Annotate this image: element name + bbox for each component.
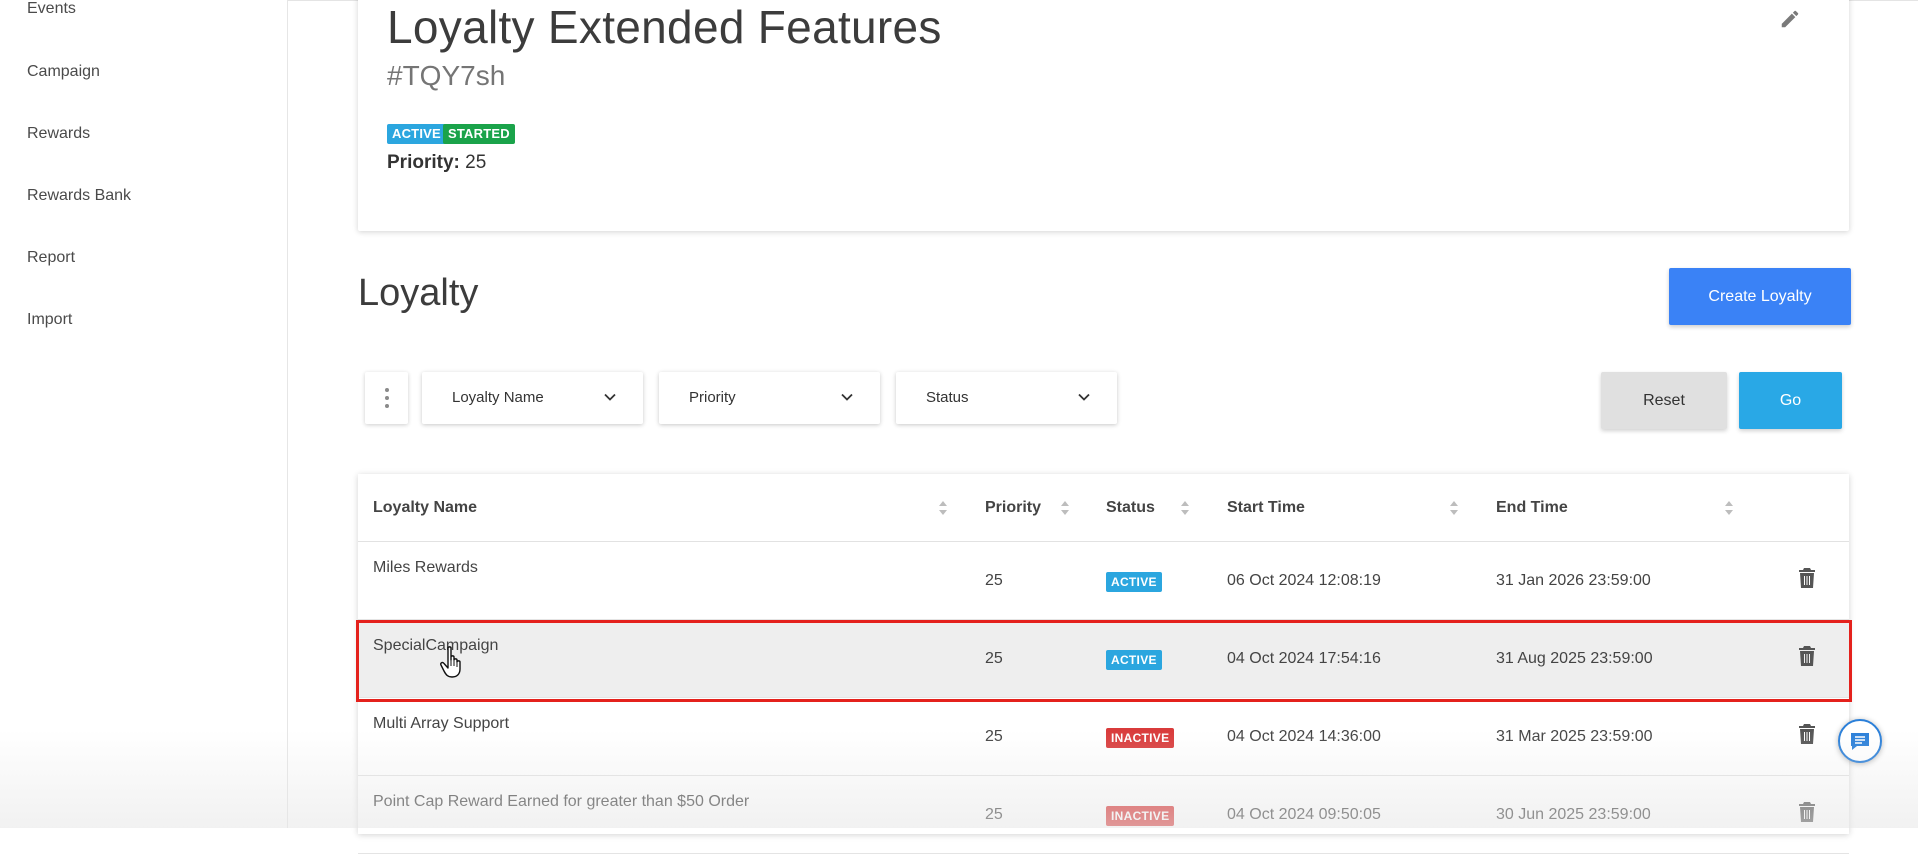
loyalty-detail-card: Loyalty Extended Features #TQY7sh ACTIVE… [358, 0, 1849, 231]
chat-button[interactable] [1838, 719, 1882, 763]
priority-filter[interactable]: Priority [659, 372, 880, 424]
loyalty-name-cell[interactable]: Multi Array Support [373, 715, 509, 733]
sidebar-item-report[interactable]: Report [27, 249, 75, 267]
trash-icon[interactable] [1798, 802, 1816, 822]
sort-icon[interactable] [1724, 500, 1734, 516]
priority-label: Priority: [387, 152, 460, 173]
loyalty-name-filter[interactable]: Loyalty Name [422, 372, 643, 424]
sort-icon[interactable] [1449, 500, 1459, 516]
status-badge: ACTIVE [1106, 650, 1162, 670]
start-time-cell: 06 Oct 2024 12:08:19 [1227, 572, 1381, 589]
start-time-cell: 04 Oct 2024 17:54:16 [1227, 650, 1381, 667]
more-options-button[interactable] [365, 372, 408, 424]
sidebar-item-events[interactable]: Events [27, 0, 76, 18]
start-time-cell: 04 Oct 2024 14:36:00 [1227, 728, 1381, 745]
go-button[interactable]: Go [1739, 372, 1842, 429]
sidebar-item-import[interactable]: Import [27, 311, 72, 329]
trash-icon[interactable] [1798, 568, 1816, 588]
end-time-cell: 30 Jun 2025 23:59:00 [1496, 806, 1651, 823]
priority-cell: 25 [985, 806, 1003, 823]
table-row[interactable]: Point Cap Reward Earned for greater than… [358, 776, 1849, 854]
reset-button[interactable]: Reset [1601, 372, 1727, 429]
sort-icon[interactable] [1180, 500, 1190, 516]
column-header-end-time[interactable]: End Time [1496, 499, 1568, 517]
priority-cell: 25 [985, 572, 1003, 589]
start-time-cell: 04 Oct 2024 09:50:05 [1227, 806, 1381, 823]
priority-cell: 25 [985, 728, 1003, 745]
section-title: Loyalty [358, 272, 479, 314]
status-badge: INACTIVE [1106, 806, 1175, 826]
sort-icon[interactable] [938, 500, 948, 516]
status-badge-active: ACTIVE [387, 124, 446, 144]
status-filter[interactable]: Status [896, 372, 1117, 424]
column-header-start-time[interactable]: Start Time [1227, 499, 1305, 517]
priority-filter-label: Priority [689, 389, 736, 406]
table-row[interactable]: Miles Rewards 25 ACTIVE 06 Oct 2024 12:0… [358, 542, 1849, 620]
create-loyalty-button[interactable]: Create Loyalty [1669, 268, 1851, 325]
chat-icon [1851, 733, 1869, 750]
main-content: Loyalty Extended Features #TQY7sh ACTIVE… [289, 0, 1918, 854]
sidebar-item-rewards[interactable]: Rewards [27, 125, 90, 143]
column-header-priority[interactable]: Priority [985, 499, 1041, 517]
status-badge: ACTIVE [1106, 572, 1162, 592]
trash-icon[interactable] [1798, 646, 1816, 666]
loyalty-name-cell[interactable]: Point Cap Reward Earned for greater than… [373, 793, 749, 811]
status-badge-started: STARTED [443, 124, 515, 144]
vertical-dots-icon [384, 388, 389, 408]
chevron-down-icon [1078, 393, 1090, 401]
end-time-cell: 31 Mar 2025 23:59:00 [1496, 728, 1653, 745]
page-title: Loyalty Extended Features [387, 1, 942, 53]
table-row[interactable]: SpecialCampaign 25 ACTIVE 04 Oct 2024 17… [358, 620, 1849, 698]
chevron-down-icon [841, 393, 853, 401]
end-time-cell: 31 Jan 2026 23:59:00 [1496, 572, 1651, 589]
sidebar-item-rewards-bank[interactable]: Rewards Bank [27, 187, 131, 205]
table-row[interactable]: Multi Array Support 25 INACTIVE 04 Oct 2… [358, 698, 1849, 776]
priority-value: 25 [465, 152, 487, 173]
loyalty-table: Loyalty Name Priority Status Start Time … [358, 474, 1849, 854]
priority-line: Priority: 25 [387, 152, 486, 174]
status-badge: INACTIVE [1106, 728, 1175, 748]
sidebar-item-campaign[interactable]: Campaign [27, 63, 100, 81]
column-header-status[interactable]: Status [1106, 499, 1155, 517]
hand-cursor-icon [440, 646, 461, 678]
priority-cell: 25 [985, 650, 1003, 667]
end-time-cell: 31 Aug 2025 23:59:00 [1496, 650, 1653, 667]
status-filter-label: Status [926, 389, 969, 406]
loyalty-name-filter-label: Loyalty Name [452, 389, 544, 406]
sort-icon[interactable] [1060, 500, 1070, 516]
loyalty-name-cell[interactable]: Miles Rewards [373, 559, 478, 577]
trash-icon[interactable] [1798, 724, 1816, 744]
loyalty-code: #TQY7sh [387, 60, 506, 91]
chevron-down-icon [604, 393, 616, 401]
pencil-icon[interactable] [1779, 8, 1801, 30]
loyalty-name-cell[interactable]: SpecialCampaign [373, 637, 498, 655]
sidebar: Events Campaign Rewards Rewards Bank Rep… [0, 0, 288, 828]
column-header-loyalty-name[interactable]: Loyalty Name [373, 499, 477, 517]
